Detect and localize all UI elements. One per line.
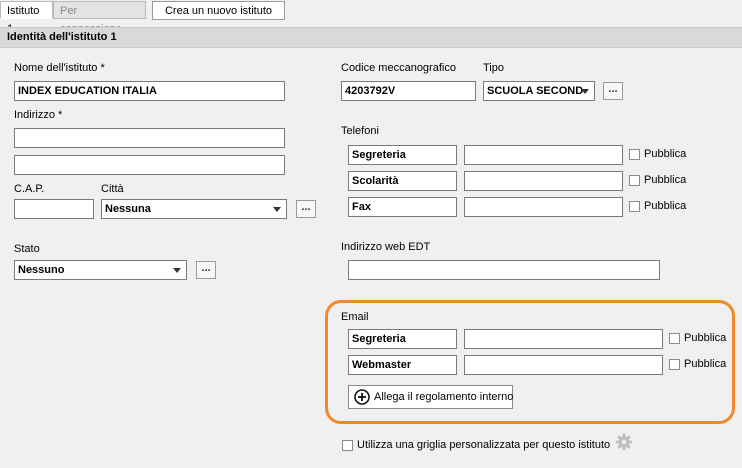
attach-regulation-button[interactable]: Allega il regolamento interno (348, 385, 513, 409)
email-public-label: Pubblica (684, 332, 727, 344)
city-select-value: Nessuna (105, 203, 151, 215)
tab-bar: Istituto 1 Per connessione Crea un nuovo… (0, 0, 742, 35)
chevron-down-icon (581, 89, 589, 94)
state-label: Stato (14, 243, 40, 255)
type-select-value: SCUOLA SECOND (487, 85, 584, 97)
phone-input-fax[interactable] (464, 197, 623, 217)
custom-grid-checkbox[interactable] (342, 440, 353, 451)
web-label: Indirizzo web EDT (341, 241, 431, 253)
attach-regulation-label: Allega il regolamento interno (374, 391, 514, 403)
phone-public-label: Pubblica (644, 174, 687, 186)
section-header: Identità dell'istituto 1 (0, 27, 742, 48)
phone-public-checkbox-fax[interactable] (629, 201, 640, 212)
state-more-button[interactable]: ... (196, 261, 216, 279)
chevron-down-icon (173, 268, 181, 273)
name-label: Nome dell'istituto * (14, 62, 105, 74)
name-input[interactable]: INDEX EDUCATION ITALIA (14, 81, 285, 101)
address-label: Indirizzo * (14, 109, 63, 121)
type-more-button[interactable]: ... (603, 82, 623, 100)
new-institute-button[interactable]: Crea un nuovo istituto (152, 1, 285, 20)
email-input-segreteria[interactable] (464, 329, 663, 349)
phone-public-checkbox-segreteria[interactable] (629, 149, 640, 160)
code-input[interactable]: 4203792V (341, 81, 476, 101)
phone-label-segreteria[interactable]: Segreteria (348, 145, 457, 165)
chevron-down-icon (273, 207, 281, 212)
phone-public-label: Pubblica (644, 148, 687, 160)
email-public-label: Pubblica (684, 358, 727, 370)
email-label-segreteria[interactable]: Segreteria (348, 329, 457, 349)
city-more-button[interactable]: ... (296, 200, 316, 218)
phone-label-fax[interactable]: Fax (348, 197, 457, 217)
type-label: Tipo (483, 62, 504, 74)
custom-grid-label: Utilizza una griglia personalizzata per … (357, 439, 611, 451)
phone-public-label: Pubblica (644, 200, 687, 212)
address-line1-input[interactable] (14, 128, 285, 148)
cap-input[interactable] (14, 199, 94, 219)
email-label: Email (341, 311, 369, 323)
email-public-checkbox-segreteria[interactable] (669, 333, 680, 344)
web-input[interactable] (348, 260, 660, 280)
gear-icon[interactable] (615, 433, 633, 451)
city-select[interactable]: Nessuna (101, 199, 287, 219)
phone-label-scolarita[interactable]: Scolarità (348, 171, 457, 191)
email-public-checkbox-webmaster[interactable] (669, 359, 680, 370)
email-input-webmaster[interactable] (464, 355, 663, 375)
plus-circle-icon (354, 389, 370, 405)
phone-public-checkbox-scolarita[interactable] (629, 175, 640, 186)
city-label: Città (101, 183, 124, 195)
cap-label: C.A.P. (14, 183, 45, 195)
state-select[interactable]: Nessuno (14, 260, 187, 280)
code-label: Codice meccanografico (341, 62, 456, 74)
phone-input-segreteria[interactable] (464, 145, 623, 165)
type-select[interactable]: SCUOLA SECOND (483, 81, 595, 101)
phones-label: Telefoni (341, 125, 379, 137)
state-select-value: Nessuno (18, 264, 65, 276)
address-line2-input[interactable] (14, 155, 285, 175)
phone-input-scolarita[interactable] (464, 171, 623, 191)
tab-per-connessione[interactable]: Per connessione (53, 1, 146, 35)
email-label-webmaster[interactable]: Webmaster (348, 355, 457, 375)
tab-istituto-1[interactable]: Istituto 1 (0, 1, 53, 35)
